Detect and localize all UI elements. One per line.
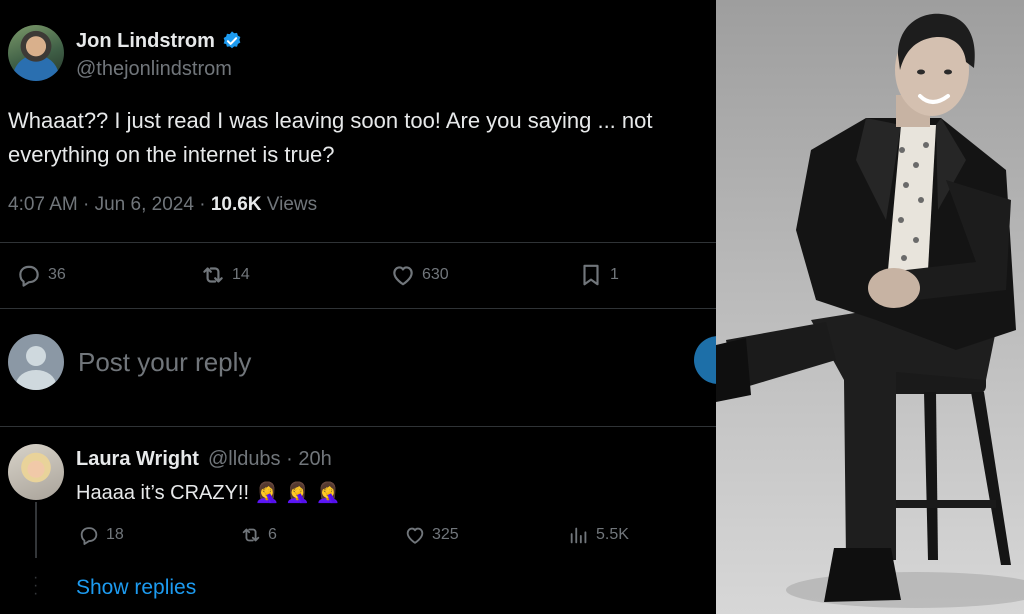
reply-like-count: 325 [432, 526, 459, 543]
divider [0, 308, 716, 309]
meta-separator: · [199, 194, 211, 215]
reply-icon [19, 265, 39, 287]
like-icon [406, 527, 424, 544]
bookmark-icon [583, 264, 599, 286]
reply-count: 36 [48, 266, 66, 283]
author-name[interactable]: Jon Lindstrom [76, 30, 215, 53]
views-icon [570, 527, 587, 544]
author-avatar[interactable] [8, 25, 64, 81]
tweet-detail-pane: Jon Lindstrom @thejonlindstrom Whaaat?? … [0, 0, 716, 614]
divider [0, 426, 716, 427]
default-avatar-icon [8, 334, 64, 390]
reply-input[interactable] [78, 342, 638, 382]
like-count: 630 [422, 266, 449, 283]
repost-icon [203, 267, 223, 283]
reply-repost-button[interactable]: 6 [240, 524, 277, 546]
portrait-photo [716, 0, 1024, 614]
reply-reply-button[interactable]: 18 [78, 524, 124, 546]
reply-text: Haaaa it’s CRAZY!! [76, 482, 250, 504]
like-button[interactable]: 630 [390, 262, 449, 288]
tweet-date[interactable]: Jun 6, 2024 [95, 194, 194, 215]
bookmark-count: 1 [610, 266, 619, 283]
thread-dots: · · · [33, 569, 39, 602]
tweet-time[interactable]: 4:07 AM [8, 194, 78, 215]
meta-separator: · [286, 448, 299, 470]
reply-like-button[interactable]: 325 [404, 524, 459, 546]
show-replies-link[interactable]: Show replies [76, 576, 196, 600]
portrait-illustration [716, 0, 1024, 614]
repost-count: 14 [232, 266, 250, 283]
reply-repost-count: 6 [268, 526, 277, 543]
reply-icon [80, 527, 98, 545]
reply-author-name[interactable]: Laura Wright [76, 448, 199, 471]
repost-icon [242, 528, 260, 542]
tweet-meta: 4:07 AM · Jun 6, 2024 · 10.6K Views [8, 194, 317, 216]
reply-author-handle[interactable]: @lldubs [208, 448, 281, 470]
reply-author-avatar[interactable] [8, 444, 64, 500]
reply-age[interactable]: 20h [298, 448, 331, 470]
reply-author-meta: @lldubs · 20h [208, 448, 332, 471]
thread-line [35, 502, 37, 558]
views-count: 10.6K [210, 194, 262, 215]
facepalm-emoji: 🤦‍♀️ 🤦‍♀️ 🤦‍♀️ [254, 482, 341, 504]
like-icon [393, 266, 413, 286]
meta-separator: · [83, 194, 95, 215]
reply-text-line: Haaaa it’s CRAZY!! 🤦‍♀️ 🤦‍♀️ 🤦‍♀️ [76, 480, 340, 505]
divider [0, 242, 716, 243]
reply-submit-button[interactable] [694, 336, 716, 384]
bookmark-button[interactable]: 1 [578, 262, 619, 288]
reply-views-button[interactable]: 5.5K [568, 524, 629, 546]
views-label: Views [266, 194, 318, 215]
repost-button[interactable]: 14 [200, 262, 250, 288]
reply-reply-count: 18 [106, 526, 124, 543]
tweet-text: Whaaat?? I just read I was leaving soon … [8, 108, 653, 167]
author-handle[interactable]: @thejonlindstrom [76, 58, 232, 81]
reply-views-count: 5.5K [596, 526, 629, 543]
verified-badge-icon [223, 31, 241, 49]
reply-button[interactable]: 36 [16, 262, 66, 288]
